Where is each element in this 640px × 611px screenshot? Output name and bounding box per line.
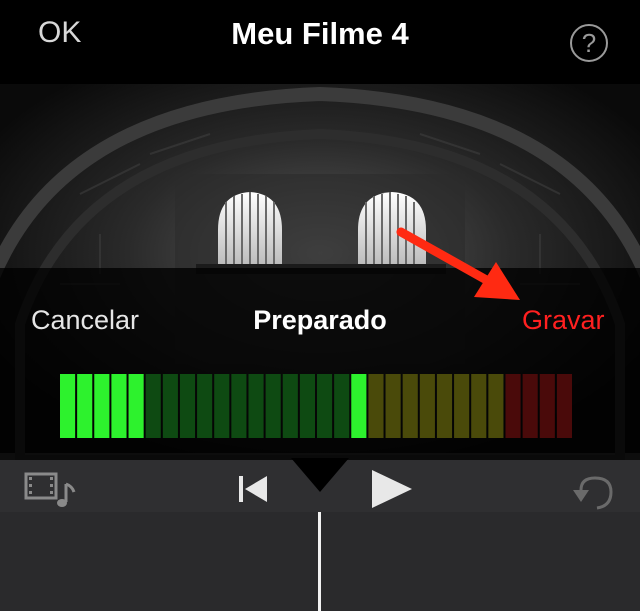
- skip-back-icon[interactable]: [237, 474, 269, 504]
- meter-segment: [539, 374, 555, 438]
- meter-segment: [214, 374, 230, 438]
- meter-segment: [488, 374, 504, 438]
- meter-segment: [556, 374, 572, 438]
- audio-level-meter: [60, 374, 572, 438]
- meter-segment: [145, 374, 161, 438]
- meter-segment: [471, 374, 487, 438]
- meter-segment: [77, 374, 93, 438]
- playhead-pointer: [291, 458, 349, 492]
- meter-segment: [368, 374, 384, 438]
- meter-segment: [282, 374, 298, 438]
- meter-segment: [162, 374, 178, 438]
- film-music-icon[interactable]: [24, 470, 78, 510]
- meter-segment: [419, 374, 435, 438]
- meter-segment: [128, 374, 144, 438]
- meter-segment: [94, 374, 110, 438]
- meter-segment: [522, 374, 538, 438]
- meter-segment: [385, 374, 401, 438]
- meter-segment: [60, 374, 76, 438]
- meter-segment: [248, 374, 264, 438]
- meter-segment: [351, 374, 367, 438]
- meter-segment: [402, 374, 418, 438]
- meter-segment: [454, 374, 470, 438]
- play-icon[interactable]: [370, 468, 414, 510]
- meter-segment: [317, 374, 333, 438]
- meter-segment: [334, 374, 350, 438]
- meter-segment: [179, 374, 196, 438]
- meter-segment: [111, 374, 127, 438]
- meter-segment: [505, 374, 521, 438]
- playhead-line[interactable]: [318, 512, 321, 611]
- meter-segment: [265, 374, 281, 438]
- undo-icon[interactable]: [567, 472, 617, 512]
- meter-segment: [299, 374, 315, 438]
- meter-segment: [197, 374, 213, 438]
- meter-segment: [231, 374, 247, 438]
- meter-segment: [436, 374, 453, 438]
